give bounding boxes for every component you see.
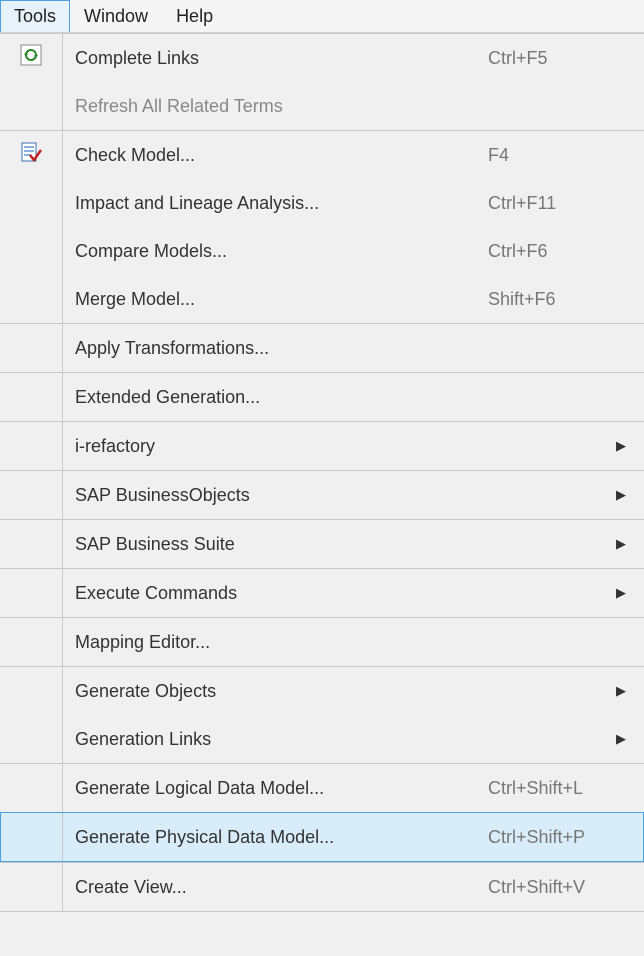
- menubar: Tools Window Help: [0, 0, 644, 33]
- menubar-tools[interactable]: Tools: [0, 0, 70, 32]
- gutter: [0, 764, 63, 812]
- menu-label: Impact and Lineage Analysis...: [75, 193, 476, 214]
- check-model-icon: [20, 141, 42, 163]
- gutter: [0, 667, 63, 715]
- gutter: [0, 715, 63, 763]
- submenu-arrow-icon: ▶: [616, 536, 626, 552]
- menu-label: Extended Generation...: [75, 387, 626, 408]
- menu-label: Generate Physical Data Model...: [75, 827, 476, 848]
- menu-label: Generate Logical Data Model...: [75, 778, 476, 799]
- menu-label: Mapping Editor...: [75, 632, 626, 653]
- menu-refresh-terms: Refresh All Related Terms: [63, 82, 644, 130]
- submenu-arrow-icon: ▶: [616, 438, 626, 454]
- menubar-window[interactable]: Window: [70, 0, 162, 32]
- menu-label: Compare Models...: [75, 241, 476, 262]
- menu-generate-objects[interactable]: Generate Objects ▶: [63, 667, 644, 715]
- gutter: [0, 373, 63, 421]
- menu-extended-generation[interactable]: Extended Generation...: [63, 373, 644, 421]
- menu-check-model[interactable]: Check Model... F4: [63, 131, 644, 179]
- refresh-links-icon: [20, 44, 42, 66]
- menu-shortcut: Ctrl+F5: [476, 48, 626, 69]
- gutter: [0, 569, 63, 617]
- menu-shortcut: Ctrl+Shift+V: [476, 877, 626, 898]
- menubar-help[interactable]: Help: [162, 0, 227, 32]
- menu-label: Generation Links: [75, 729, 616, 750]
- menu-label: SAP BusinessObjects: [75, 485, 616, 506]
- gutter: [0, 324, 63, 372]
- menu-generation-links[interactable]: Generation Links ▶: [63, 715, 644, 763]
- gutter: [1, 813, 63, 861]
- menu-generate-logical[interactable]: Generate Logical Data Model... Ctrl+Shif…: [63, 764, 644, 812]
- menu-shortcut: Ctrl+F11: [476, 193, 626, 214]
- menu-label: Apply Transformations...: [75, 338, 626, 359]
- menu-shortcut: Shift+F6: [476, 289, 626, 310]
- submenu-arrow-icon: ▶: [616, 731, 626, 747]
- menu-label: Complete Links: [75, 48, 476, 69]
- menu-label: i-refactory: [75, 436, 616, 457]
- menu-merge-model[interactable]: Merge Model... Shift+F6: [63, 275, 644, 323]
- tools-dropdown: Complete Links Ctrl+F5 Refresh All Relat…: [0, 33, 644, 912]
- menu-shortcut: Ctrl+F6: [476, 241, 626, 262]
- separator: [0, 911, 644, 912]
- menu-execute-commands[interactable]: Execute Commands ▶: [63, 569, 644, 617]
- gutter: [0, 34, 63, 130]
- menu-mapping-editor[interactable]: Mapping Editor...: [63, 618, 644, 666]
- menu-shortcut: Ctrl+Shift+P: [476, 827, 626, 848]
- menu-shortcut: F4: [476, 145, 626, 166]
- menu-label: Execute Commands: [75, 583, 616, 604]
- submenu-arrow-icon: ▶: [616, 487, 626, 503]
- gutter: [0, 422, 63, 470]
- menu-sap-business-suite[interactable]: SAP Business Suite ▶: [63, 520, 644, 568]
- menu-apply-transformations[interactable]: Apply Transformations...: [63, 324, 644, 372]
- menu-label: Refresh All Related Terms: [75, 96, 626, 117]
- menu-sap-businessobjects[interactable]: SAP BusinessObjects ▶: [63, 471, 644, 519]
- menu-complete-links[interactable]: Complete Links Ctrl+F5: [63, 34, 644, 82]
- menu-create-view[interactable]: Create View... Ctrl+Shift+V: [63, 863, 644, 911]
- menu-label: Check Model...: [75, 145, 476, 166]
- gutter: [0, 863, 63, 911]
- menu-impact-lineage[interactable]: Impact and Lineage Analysis... Ctrl+F11: [63, 179, 644, 227]
- menu-label: SAP Business Suite: [75, 534, 616, 555]
- gutter: [0, 618, 63, 666]
- menu-i-refactory[interactable]: i-refactory ▶: [63, 422, 644, 470]
- submenu-arrow-icon: ▶: [616, 585, 626, 601]
- submenu-arrow-icon: ▶: [616, 683, 626, 699]
- menu-label: Merge Model...: [75, 289, 476, 310]
- menu-compare-models[interactable]: Compare Models... Ctrl+F6: [63, 227, 644, 275]
- menu-label: Generate Objects: [75, 681, 616, 702]
- menu-generate-physical[interactable]: Generate Physical Data Model... Ctrl+Shi…: [0, 812, 644, 862]
- gutter: [0, 471, 63, 519]
- gutter: [0, 520, 63, 568]
- gutter: [0, 131, 63, 323]
- menu-shortcut: Ctrl+Shift+L: [476, 778, 626, 799]
- menu-label: Create View...: [75, 877, 476, 898]
